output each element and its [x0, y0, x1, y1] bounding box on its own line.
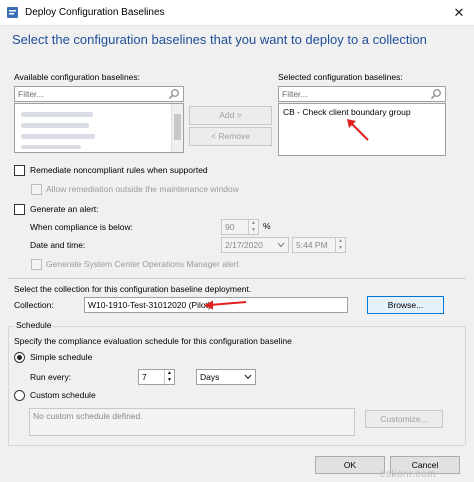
simple-schedule-label: Simple schedule	[30, 352, 93, 362]
search-icon[interactable]	[168, 88, 180, 100]
available-baselines-list[interactable]	[14, 103, 184, 153]
schedule-instruction: Specify the compliance evaluation schedu…	[14, 336, 292, 346]
run-every-label: Run every:	[30, 372, 72, 382]
chevron-down-icon[interactable]	[277, 242, 285, 248]
red-arrow-icon	[347, 119, 369, 141]
list-item[interactable]	[21, 123, 89, 128]
page-heading: Select the configuration baselines that …	[12, 32, 427, 47]
collection-instruction: Select the collection for this configura…	[14, 284, 252, 294]
generate-alert-checkbox[interactable]	[14, 204, 25, 215]
remove-button[interactable]: < Remove	[189, 127, 272, 146]
compliance-value: 90	[225, 222, 235, 232]
alert-date-value: 2/17/2020	[225, 240, 263, 250]
scom-alert-label: Generate System Center Operations Manage…	[46, 259, 239, 269]
run-every-value: 7	[142, 372, 147, 382]
list-item[interactable]	[21, 134, 95, 139]
custom-schedule-value: No custom schedule defined.	[33, 411, 143, 421]
vertical-scrollbar[interactable]	[171, 104, 183, 152]
selected-baselines-label: Selected configuration baselines:	[278, 72, 403, 82]
date-time-label: Date and time:	[30, 240, 86, 250]
selected-filter-input[interactable]: Filter...	[278, 86, 446, 102]
chevron-down-icon[interactable]	[244, 374, 252, 380]
available-filter-input[interactable]: Filter...	[14, 86, 184, 102]
scom-alert-checkbox[interactable]	[31, 259, 42, 270]
compliance-stepper[interactable]: 90 ▲ ▼	[221, 219, 259, 235]
percent-label: %	[263, 221, 271, 231]
allow-outside-window-label: Allow remediation outside the maintenanc…	[46, 184, 239, 194]
remediate-label: Remediate noncompliant rules when suppor…	[30, 165, 208, 175]
custom-schedule-text: No custom schedule defined.	[29, 408, 355, 436]
alert-time-value: 5:44 PM	[296, 240, 328, 250]
customize-button[interactable]: Customize...	[365, 410, 443, 428]
browse-button[interactable]: Browse...	[367, 296, 444, 314]
watermark: eskonr.com	[379, 469, 436, 480]
search-icon[interactable]	[430, 88, 442, 100]
schedule-group-title: Schedule	[14, 320, 54, 330]
allow-outside-window-checkbox[interactable]	[31, 184, 42, 195]
alert-time-field[interactable]: 5:44 PM ▲ ▼	[292, 237, 346, 253]
list-item[interactable]	[21, 145, 81, 149]
custom-schedule-label: Custom schedule	[30, 390, 96, 400]
window-title: Deploy Configuration Baselines	[25, 7, 165, 18]
list-item[interactable]	[21, 112, 93, 117]
compliance-below-label: When compliance is below:	[30, 222, 133, 232]
add-button[interactable]: Add >	[189, 106, 272, 125]
run-every-spin-icon[interactable]: ▲ ▼	[164, 370, 174, 384]
scroll-thumb[interactable]	[174, 114, 181, 140]
time-spin-icon[interactable]: ▲ ▼	[335, 238, 345, 252]
red-arrow-icon	[204, 300, 247, 310]
remediate-checkbox[interactable]	[14, 165, 25, 176]
selected-filter-placeholder: Filter...	[282, 89, 308, 99]
compliance-spin-icon[interactable]: ▲ ▼	[248, 220, 258, 234]
run-every-stepper[interactable]: 7 ▲ ▼	[138, 369, 175, 385]
run-every-unit-value: Days	[200, 372, 220, 382]
app-icon	[7, 7, 18, 18]
ok-button[interactable]: OK	[315, 456, 385, 474]
run-every-unit-select[interactable]: Days	[196, 369, 256, 385]
close-icon[interactable]: ✕	[444, 0, 474, 26]
available-baselines-label: Available configuration baselines:	[14, 72, 141, 82]
separator	[8, 278, 466, 279]
generate-alert-label: Generate an alert:	[30, 204, 99, 214]
alert-date-field[interactable]: 2/17/2020	[221, 237, 289, 253]
collection-label: Collection:	[14, 300, 54, 310]
custom-schedule-radio[interactable]	[14, 390, 25, 401]
available-filter-placeholder: Filter...	[18, 89, 44, 99]
collection-value: W10-1910-Test-31012020 (Pilot)	[88, 300, 211, 310]
title-bar: Deploy Configuration Baselines ✕	[0, 0, 474, 26]
simple-schedule-radio[interactable]	[14, 352, 25, 363]
